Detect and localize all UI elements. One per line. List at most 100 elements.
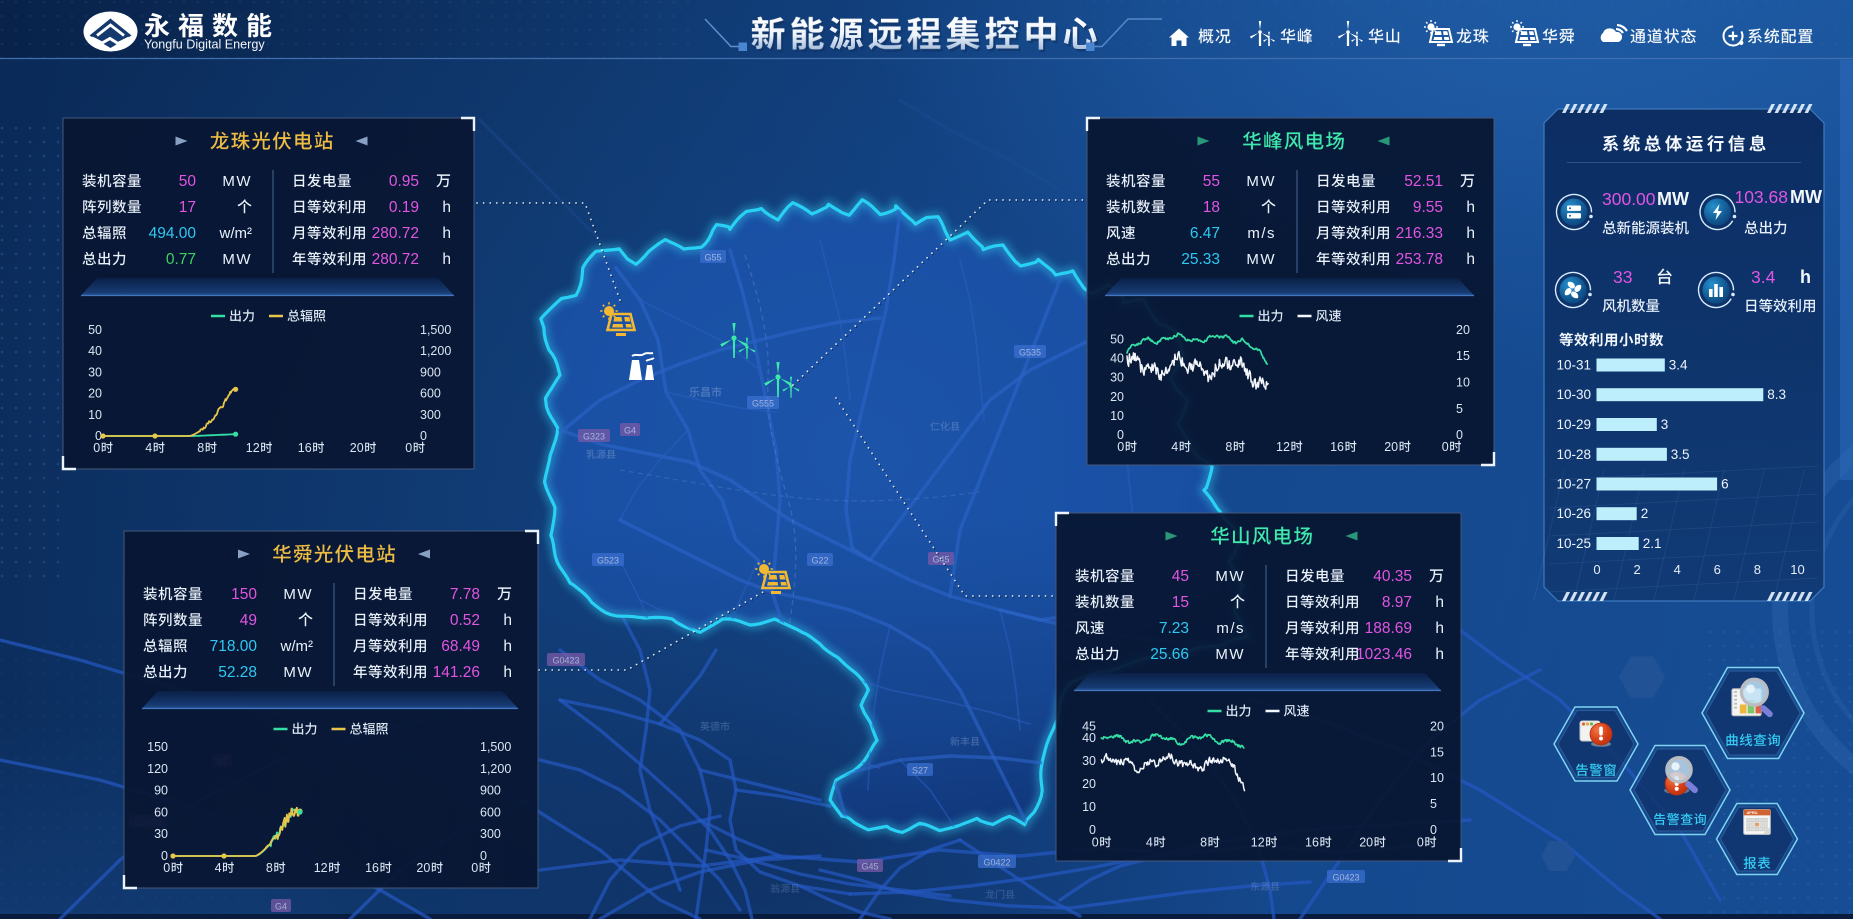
svg-text:G45: G45 [861, 862, 878, 872]
svg-text:h: h [1435, 646, 1444, 663]
svg-text:3.5: 3.5 [1671, 447, 1690, 462]
svg-text:m/s: m/s [1216, 620, 1245, 637]
svg-text:9.55: 9.55 [1413, 199, 1443, 216]
svg-text:52.28: 52.28 [218, 664, 257, 681]
svg-text:0: 0 [420, 429, 427, 443]
svg-text:8: 8 [197, 441, 204, 455]
svg-text:h: h [442, 199, 451, 216]
svg-text:15: 15 [1456, 349, 1470, 363]
svg-text:0: 0 [480, 849, 487, 863]
svg-text:20: 20 [1456, 323, 1470, 337]
svg-text:8.97: 8.97 [1382, 594, 1412, 611]
svg-text:G323: G323 [583, 432, 605, 442]
svg-text:12: 12 [1276, 440, 1290, 454]
svg-text:h: h [1435, 594, 1444, 611]
svg-text:1,200: 1,200 [480, 762, 511, 776]
svg-text:10-27: 10-27 [1556, 477, 1591, 492]
svg-text:45: 45 [1082, 720, 1096, 734]
svg-text:68.49: 68.49 [441, 638, 480, 655]
svg-text:10-31: 10-31 [1556, 358, 1591, 373]
svg-text:30: 30 [1082, 754, 1096, 768]
svg-text:4: 4 [1146, 836, 1153, 850]
svg-text:8: 8 [1754, 562, 1761, 577]
svg-text:G4: G4 [624, 426, 636, 436]
svg-text:150: 150 [231, 586, 257, 603]
svg-text:1,500: 1,500 [480, 740, 511, 754]
svg-text:MW: MW [283, 664, 313, 681]
svg-text:5: 5 [1430, 797, 1437, 811]
svg-text:7.23: 7.23 [1159, 620, 1189, 637]
svg-text:50: 50 [1110, 333, 1124, 347]
svg-text:20: 20 [1384, 440, 1398, 454]
svg-text:90: 90 [154, 784, 168, 798]
svg-text:h: h [503, 664, 512, 681]
svg-text:G22: G22 [811, 556, 828, 566]
svg-text:G0422: G0422 [983, 858, 1010, 868]
svg-text:10-28: 10-28 [1556, 447, 1591, 462]
svg-text:25.66: 25.66 [1150, 646, 1189, 663]
svg-text:G0423: G0423 [552, 656, 579, 666]
svg-text:4: 4 [1674, 562, 1681, 577]
svg-text:4: 4 [215, 861, 222, 875]
svg-text:h: h [442, 251, 451, 268]
svg-text:141.26: 141.26 [433, 664, 480, 681]
svg-text:h: h [503, 638, 512, 655]
svg-text:16: 16 [1305, 836, 1319, 850]
svg-text:Yongfu Digital Energy: Yongfu Digital Energy [144, 38, 265, 52]
svg-text:20: 20 [1082, 777, 1096, 791]
svg-text:10: 10 [1790, 562, 1804, 577]
svg-text:h: h [1466, 251, 1475, 268]
svg-text:0: 0 [1593, 562, 1600, 577]
svg-text:52.51: 52.51 [1404, 173, 1443, 190]
svg-text:0: 0 [93, 441, 100, 455]
svg-text:0: 0 [405, 441, 412, 455]
svg-text:10: 10 [1110, 409, 1124, 423]
svg-text:0.95: 0.95 [389, 173, 419, 190]
svg-text:w/m²: w/m² [280, 638, 314, 655]
svg-text:50: 50 [88, 323, 102, 337]
svg-text:280.72: 280.72 [372, 251, 419, 268]
svg-text:20: 20 [1430, 720, 1444, 734]
svg-text:0: 0 [1117, 440, 1124, 454]
svg-text:216.33: 216.33 [1396, 225, 1443, 242]
svg-text:0: 0 [1442, 440, 1449, 454]
svg-text:MW: MW [222, 173, 252, 190]
svg-text:1,500: 1,500 [420, 323, 451, 337]
svg-text:4: 4 [1171, 440, 1178, 454]
svg-text:1023.46: 1023.46 [1356, 646, 1412, 663]
svg-text:8: 8 [1225, 440, 1232, 454]
svg-text:10-26: 10-26 [1556, 506, 1591, 521]
svg-text:MW: MW [1657, 189, 1689, 209]
svg-text:0: 0 [163, 861, 170, 875]
svg-text:G55: G55 [704, 253, 721, 263]
svg-text:900: 900 [420, 365, 441, 379]
svg-text:MW: MW [1215, 646, 1245, 663]
svg-text:6.47: 6.47 [1190, 225, 1220, 242]
svg-text:6: 6 [1721, 477, 1729, 492]
svg-text:3: 3 [1661, 417, 1669, 432]
svg-text:MW: MW [1215, 568, 1245, 585]
svg-text:2: 2 [1641, 506, 1649, 521]
svg-text:12: 12 [1251, 836, 1265, 850]
svg-text:16: 16 [298, 441, 312, 455]
svg-text:280.72: 280.72 [372, 225, 419, 242]
svg-text:12: 12 [246, 441, 260, 455]
svg-text:49: 49 [240, 612, 257, 629]
svg-text:8.3: 8.3 [1767, 387, 1786, 402]
svg-text:APRIL: APRIL [1747, 811, 1759, 815]
svg-text:300: 300 [420, 408, 441, 422]
svg-text:0: 0 [1092, 836, 1099, 850]
svg-text:20: 20 [1110, 390, 1124, 404]
svg-text:8: 8 [1200, 836, 1207, 850]
svg-text:600: 600 [480, 805, 501, 819]
svg-text:0.19: 0.19 [389, 199, 419, 216]
svg-text:G535: G535 [1019, 348, 1041, 358]
svg-text:MW: MW [1246, 251, 1276, 268]
svg-text:300: 300 [480, 827, 501, 841]
svg-text:20: 20 [1359, 836, 1373, 850]
svg-text:50: 50 [179, 173, 197, 190]
svg-text:h: h [503, 612, 512, 629]
svg-text:120: 120 [147, 762, 168, 776]
svg-text:15: 15 [1430, 745, 1444, 759]
svg-text:6: 6 [1714, 562, 1721, 577]
